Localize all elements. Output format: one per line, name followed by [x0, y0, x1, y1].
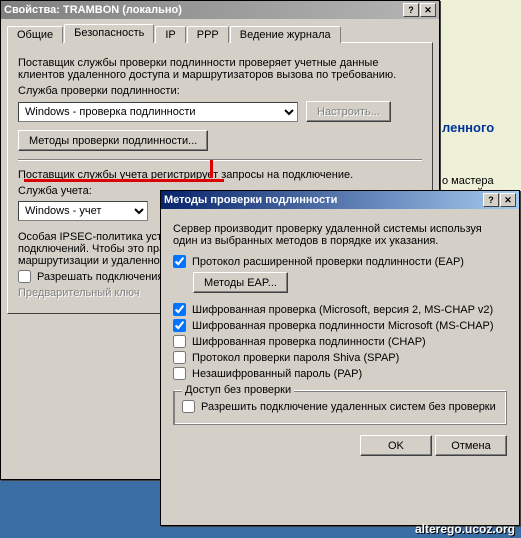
auth-methods-dialog: Методы проверки подлинности ? ✕ Сервер п… [160, 190, 520, 526]
tab-security[interactable]: Безопасность [64, 24, 154, 43]
tab-general[interactable]: Общие [7, 26, 63, 43]
watermark: alterego.ucoz.org [415, 522, 515, 536]
auth-provider-desc: Поставщик службы проверки подлинности пр… [18, 57, 422, 81]
noauth-legend: Доступ без проверки [182, 384, 294, 396]
auth-service-select[interactable]: Windows - проверка подлинности [18, 102, 298, 122]
mschap2-label: Шифрованная проверка (Microsoft, версия … [192, 304, 493, 316]
auth-service-label: Служба проверки подлинности: [18, 85, 422, 97]
dialog-help-button[interactable]: ? [483, 193, 499, 207]
auth-methods-body: Сервер производит проверку удаленной сис… [161, 209, 519, 466]
mschap-check[interactable] [173, 319, 186, 332]
annotation-underline [24, 172, 224, 182]
noauth-group: Доступ без проверки Разрешить подключени… [173, 390, 507, 425]
ok-button[interactable]: OK [360, 435, 432, 456]
eap-check[interactable] [173, 255, 186, 268]
chap-check[interactable] [173, 335, 186, 348]
dialog-close-button[interactable]: ✕ [500, 193, 516, 207]
cancel-button[interactable]: Отмена [435, 435, 507, 456]
tab-ppp[interactable]: PPP [187, 26, 229, 43]
tab-ip[interactable]: IP [155, 26, 185, 43]
bg-header-fragment: ленного [442, 120, 494, 135]
chap-label: Шифрованная проверка подлинности (CHAP) [192, 336, 426, 348]
auth-methods-desc: Сервер производит проверку удаленной сис… [173, 223, 507, 247]
acct-service-select[interactable]: Windows - учет [18, 201, 148, 221]
divider [18, 159, 422, 161]
mschap2-check[interactable] [173, 303, 186, 316]
eap-label: Протокол расширенной проверки подлинност… [192, 256, 464, 268]
auth-methods-titlebar[interactable]: Методы проверки подлинности ? ✕ [161, 191, 519, 209]
pap-check[interactable] [173, 367, 186, 380]
eap-methods-button[interactable]: Методы EAP... [193, 272, 288, 293]
noauth-check[interactable] [182, 400, 195, 413]
annotation-mark [210, 160, 213, 178]
spap-check[interactable] [173, 351, 186, 364]
auth-methods-title: Методы проверки подлинности [164, 194, 483, 206]
allow-custom-label: Разрешать подключения [37, 271, 163, 283]
mschap-label: Шифрованная проверка подлинности Microso… [192, 320, 494, 332]
tab-logging[interactable]: Ведение журнала [230, 26, 341, 43]
spap-label: Протокол проверки пароля Shiva (SPAP) [192, 352, 399, 364]
auth-methods-button[interactable]: Методы проверки подлинности... [18, 130, 208, 151]
properties-title: Свойства: TRAMBON (локально) [4, 4, 403, 16]
noauth-label: Разрешить подключение удаленных систем б… [201, 401, 496, 413]
preshared-key-label: Предварительный ключ [18, 287, 140, 299]
pap-label: Незашифрованный пароль (PAP) [192, 368, 362, 380]
help-button[interactable]: ? [403, 3, 419, 17]
configure-button[interactable]: Настроить... [306, 101, 391, 122]
properties-titlebar[interactable]: Свойства: TRAMBON (локально) ? ✕ [1, 1, 439, 19]
tabstrip: Общие Безопасность IP PPP Ведение журнал… [7, 26, 433, 43]
close-button[interactable]: ✕ [420, 3, 436, 17]
allow-custom-check[interactable] [18, 270, 31, 283]
